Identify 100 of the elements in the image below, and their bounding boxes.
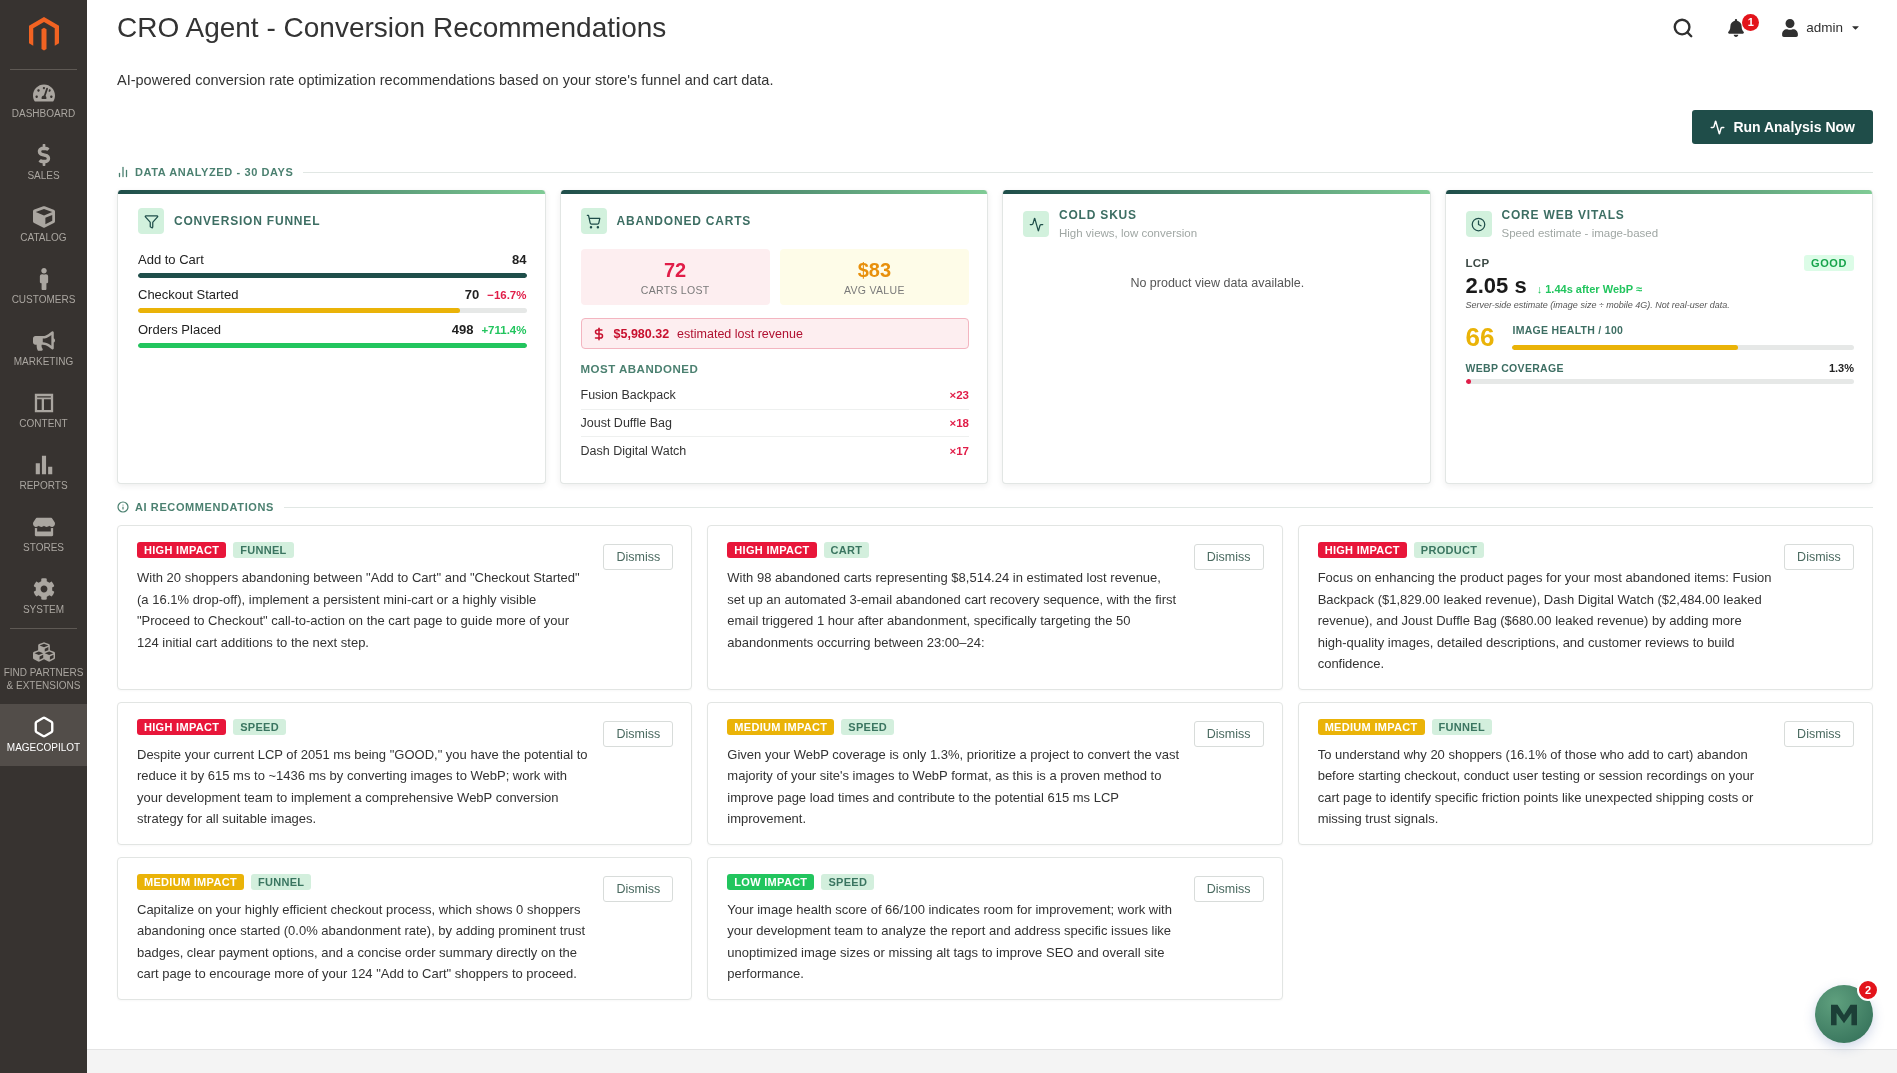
rating-badge: GOOD — [1804, 255, 1854, 271]
sidebar-item[interactable]: CONTENT — [0, 380, 87, 442]
card-title: CORE WEB VITALS — [1501, 208, 1626, 223]
pulse-icon — [1023, 211, 1049, 237]
stat-value: 72 — [664, 258, 687, 281]
metric-value: 1.3% — [1828, 362, 1854, 374]
sidebar-item[interactable]: DASHBOARD — [0, 70, 87, 132]
metric-label: IMAGE HEALTH / 100 — [1512, 324, 1625, 336]
user-icon — [1781, 18, 1800, 37]
recommendation-text: To understand why 20 shoppers (16.1% of those who add to cart) abandon before starting checkout, conduct user testing or session recordings on your cart page to identify specific friction points like unexpected shipping costs or missing trust signals. — [1317, 745, 1756, 828]
dismiss-button[interactable]: Dismiss — [1193, 720, 1264, 747]
notifications-button[interactable]: 1 — [1727, 13, 1760, 42]
category-tag: CART — [823, 542, 870, 558]
category-tag: FUNNEL — [233, 542, 294, 558]
impact-badge: MEDIUM IMPACT — [727, 718, 835, 735]
category-tag: FUNNEL — [1431, 718, 1492, 735]
page-description: AI-powered conversion rate optimization recommendations based on your store's funnel and cart data. — [117, 72, 775, 88]
logo — [28, 17, 59, 52]
impact-badge: MEDIUM IMPACT — [137, 873, 244, 890]
abandon-count: ×17 — [949, 444, 969, 457]
lost-revenue-label: estimated lost revenue — [677, 326, 803, 341]
card-title: COLD SKUS — [1059, 208, 1138, 223]
stat-label: AVG VALUE — [844, 283, 905, 296]
stage-label: Orders Placed — [138, 321, 222, 337]
section-title: DATA ANALYZED - 30 DAYS — [135, 166, 294, 178]
dismiss-button[interactable]: Dismiss — [603, 875, 674, 902]
impact-badge: MEDIUM IMPACT — [1317, 718, 1425, 735]
dismiss-button[interactable]: Dismiss — [603, 544, 674, 570]
metric-value: 2.05 s — [1465, 273, 1527, 299]
dismiss-button[interactable]: Dismiss — [1193, 544, 1264, 570]
metric-label: LCP — [1465, 257, 1490, 269]
clock-icon — [1465, 211, 1492, 237]
product-name: Dash Digital Watch — [580, 443, 687, 458]
megaphone-icon — [32, 330, 55, 352]
card-title: CONVERSION FUNNEL — [174, 213, 321, 229]
impact-badge: LOW IMPACT — [727, 873, 815, 890]
recommendation-text: With 20 shoppers abandoning between "Add to Cart" and "Checkout Started" (a 16.1% drop-off), implement a persistent mini-cart or a highly visible "Proceed to Checkout" call-to-action on the cart page to guide more of your 124 initial cart additions to the next step. — [137, 569, 581, 652]
category-tag: SPEED — [841, 718, 895, 735]
recommendation-text: Given your WebP coverage is only 1.3%, prioritize a project to convert the vast majority of your site's images to WebP format, as this is a proven method to improve page load times and contribute to the potential 615 ms LCP improvement. — [727, 745, 1181, 828]
sidebar-item[interactable]: SYSTEM — [0, 566, 87, 628]
user-menu[interactable]: admin — [1781, 18, 1861, 37]
stage-label: Add to Cart — [138, 251, 204, 267]
cube-icon — [32, 206, 55, 228]
stat-label: CARTS LOST — [640, 283, 710, 296]
stage-change: −16.7% — [487, 288, 527, 301]
chat-launcher-button[interactable] — [1815, 985, 1873, 1043]
gauge-icon — [32, 82, 55, 104]
metric-label: WEBP COVERAGE — [1465, 362, 1564, 374]
recommendation-text: With 98 abandoned carts representing $8,514.24 in estimated lost revenue, set up an automated 3-email abandoned cart recovery sequence, with the first email triggered 1 hour after abandonment, specifically targeting the 50 abandonments occurring between 23:00–24: — [727, 569, 1178, 652]
product-name: Joust Duffle Bag — [580, 415, 672, 430]
impact-badge: HIGH IMPACT — [137, 542, 227, 558]
abandon-count: ×23 — [949, 389, 969, 402]
health-score: 66 — [1465, 322, 1495, 352]
abandon-count: ×18 — [949, 416, 969, 429]
product-name: Fusion Backpack — [580, 388, 676, 403]
sidebar-item[interactable]: SALES — [0, 132, 87, 194]
category-tag: FUNNEL — [250, 873, 312, 890]
sidebar-item[interactable]: MAGECOPILOT — [0, 704, 87, 766]
recommendation-text: Your image health score of 66/100 indicates room for improvement; work with your development team to analyze the report and address specific issues like unoptimized image sizes or missing alt tags to improve SEO and overall site performance. — [727, 900, 1173, 983]
recommendation-text: Despite your current LCP of 2051 ms being "GOOD," you have the potential to reduce it by 615 ms to ~1436 ms by converting images to WebP; work with your development team to implement a comprehensive WebP conversion strategy for all suitable images. — [137, 745, 589, 828]
category-tag: SPEED — [821, 873, 875, 890]
hexagon-icon — [32, 716, 55, 738]
dismiss-button[interactable]: Dismiss — [1784, 720, 1854, 747]
sidebar-item[interactable]: FIND PARTNERS & EXTENSIONS — [0, 629, 87, 704]
notification-count: 1 — [1742, 13, 1760, 31]
stat-value: $83 — [857, 258, 892, 281]
sidebar-item[interactable]: REPORTS — [0, 442, 87, 504]
sidebar-item[interactable]: CUSTOMERS — [0, 256, 87, 318]
stage-label: Checkout Started — [138, 286, 239, 302]
page-title: CRO Agent - Conversion Recommendations — [117, 10, 667, 45]
dismiss-button[interactable]: Dismiss — [1784, 544, 1854, 570]
section-title: AI RECOMMENDATIONS — [135, 501, 274, 513]
card-subtitle: Speed estimate - image-based — [1501, 226, 1659, 240]
recommendation-text: Focus on enhancing the product pages for your most abandoned items: Fusion Backpack ($1,829.00 leaked revenue), Dash Digital Watch ($2,484.00 leaked revenue), and Joust Duffle Bag ($680.00 leaked revenue) by adding more high-quality images, detailed descriptions, and customer reviews to build confidence. — [1317, 569, 1772, 673]
lost-revenue-amount: $5,980.32 — [613, 326, 670, 341]
search-button[interactable] — [1672, 16, 1695, 39]
search-icon — [1672, 16, 1695, 39]
sidebar-item[interactable]: STORES — [0, 504, 87, 566]
category-tag: SPEED — [233, 718, 286, 735]
dismiss-button[interactable]: Dismiss — [1193, 875, 1264, 902]
pulse-icon — [1710, 119, 1726, 135]
cart-icon — [580, 208, 607, 234]
recommendation-text: Capitalize on your highly efficient checkout process, which shows 0 shoppers abandoning once started (0.0% abandonment rate), by adding prominent trust badges, clear payment options, and a concise order summary directly on the cart page to encourage more of your 124 "Add to Cart" shoppers to proceed. — [137, 900, 587, 983]
card-title: ABANDONED CARTS — [616, 213, 752, 229]
impact-badge: HIGH IMPACT — [1317, 542, 1407, 558]
sidebar-item[interactable]: MARKETING — [0, 318, 87, 380]
empty-message: No product view data available. — [1129, 276, 1306, 290]
bell-icon — [1727, 18, 1746, 37]
estimate-note: Server-side estimate (image size ÷ mobile 4G). Not real-user data. — [1465, 299, 1731, 311]
sidebar-item[interactable]: CATALOG — [0, 194, 87, 256]
funnel-icon — [138, 208, 164, 234]
run-analysis-button[interactable]: Run Analysis Now — [1692, 110, 1873, 144]
dismiss-button[interactable]: Dismiss — [603, 720, 674, 747]
category-tag: PRODUCT — [1413, 542, 1485, 558]
stage-value: 70 — [464, 286, 480, 302]
settings-icon — [32, 578, 55, 600]
stage-value: 84 — [512, 251, 527, 267]
stage-value: 498 — [451, 321, 474, 337]
storefront-icon — [32, 516, 55, 538]
bar-chart-icon — [117, 166, 129, 178]
